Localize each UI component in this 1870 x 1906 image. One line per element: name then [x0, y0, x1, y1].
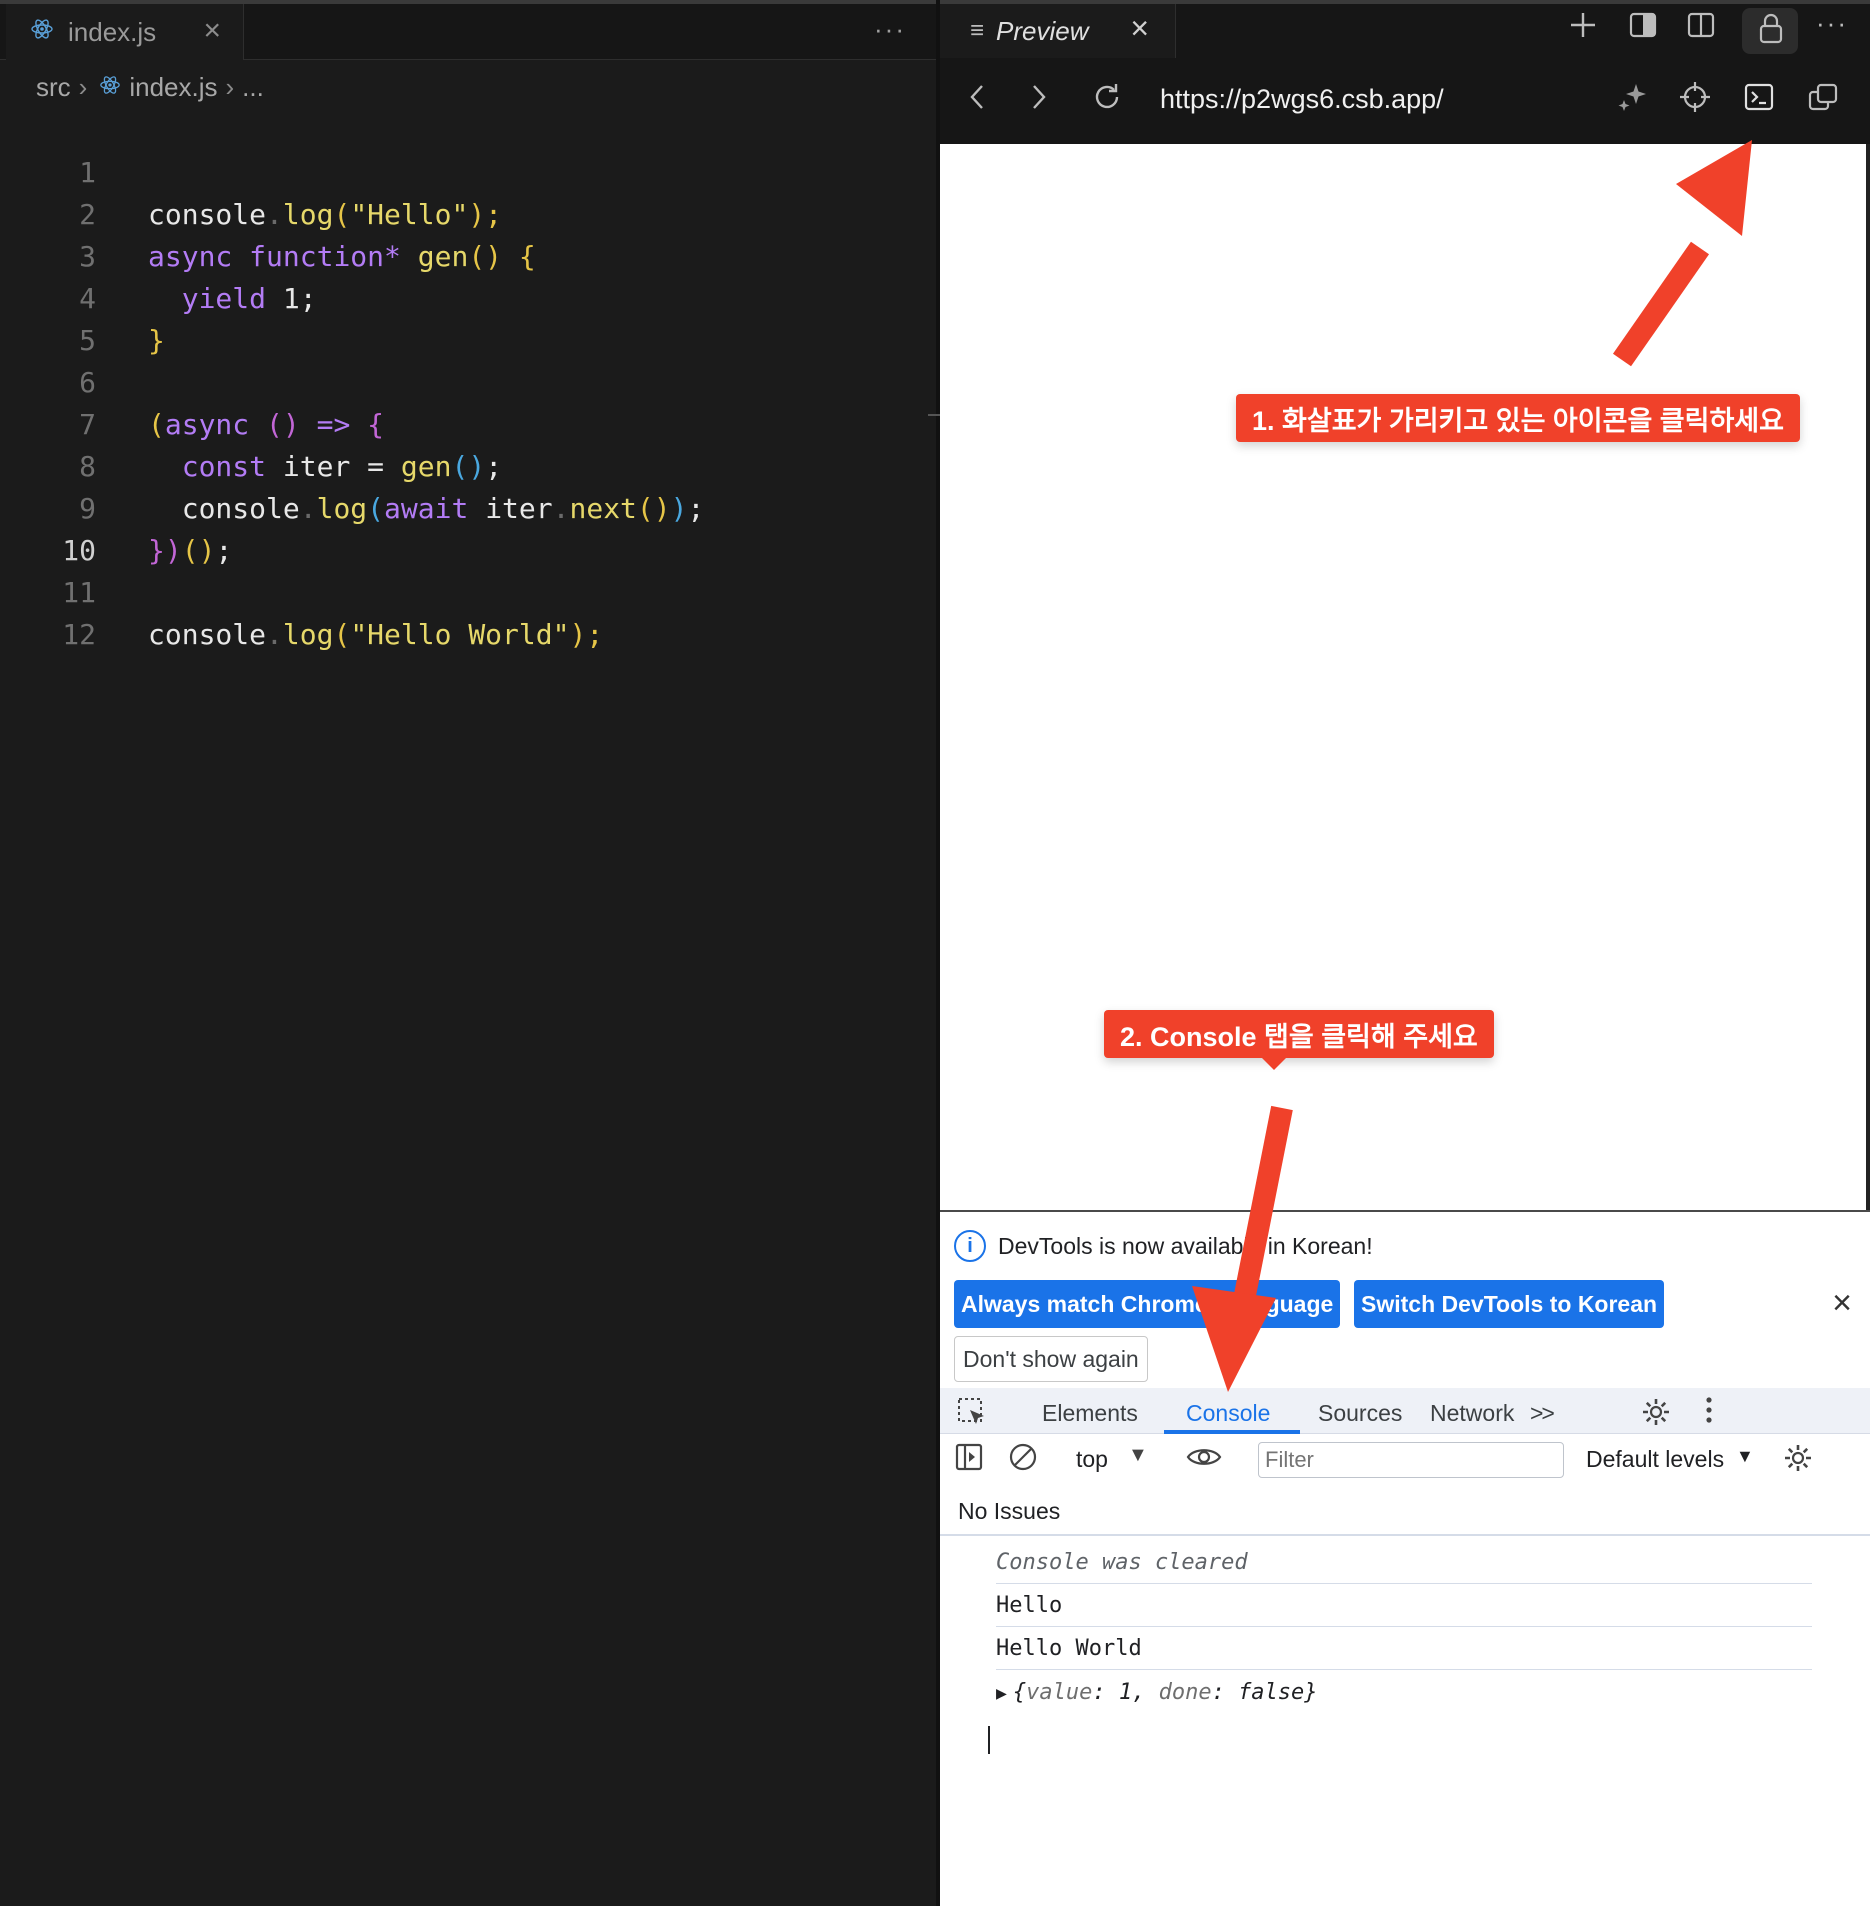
code-area[interactable]: 1 console.log("Hello"); 2 async function…: [0, 110, 936, 651]
console-message: Hello World: [996, 1628, 1812, 1670]
splitter-handle[interactable]: [928, 414, 940, 416]
code-line: 9 })();: [0, 446, 936, 567]
annotation-callout-2: 2. Console 탭을 클릭해 주세요: [1104, 1010, 1494, 1058]
switch-to-korean-button[interactable]: Switch DevTools to Korean: [1354, 1280, 1665, 1328]
more-icon[interactable]: ···: [1816, 8, 1848, 39]
info-icon: i: [954, 1230, 986, 1262]
code-line: 3 yield 1;: [0, 194, 936, 315]
preview-tab-label: Preview: [996, 15, 1089, 46]
line-number: 12: [62, 618, 96, 651]
forward-icon[interactable]: [1028, 80, 1050, 123]
more-tabs-icon[interactable]: >>: [1530, 1400, 1555, 1427]
kebab-menu-icon[interactable]: [1704, 1394, 1714, 1426]
sidebar-toggle-icon[interactable]: [954, 1442, 984, 1479]
eye-icon[interactable]: [1186, 1442, 1222, 1479]
preview-nav-bar: https://p2wgs6.csb.app/: [940, 58, 1870, 144]
crosshair-icon[interactable]: [1678, 80, 1712, 123]
console-prompt-caret[interactable]: [988, 1726, 990, 1754]
console-message: Console was cleared: [996, 1542, 1812, 1584]
inspect-element-icon[interactable]: [956, 1396, 988, 1435]
lock-button[interactable]: [1742, 8, 1798, 54]
split-icon[interactable]: [1686, 10, 1716, 48]
code-line: 7 const iter = gen();: [0, 362, 936, 483]
divider: [940, 1534, 1870, 1536]
breadcrumb-folder[interactable]: src: [36, 72, 71, 103]
tab-console[interactable]: Console: [1186, 1400, 1270, 1427]
code-line: 4 }: [0, 236, 936, 357]
code-text: console.log("Hello World");: [148, 618, 604, 651]
chevron-right-icon: ›: [78, 71, 88, 102]
always-match-language-button[interactable]: Always match Chrome's language: [954, 1280, 1341, 1328]
editor-tab-label: index.js: [68, 16, 157, 47]
code-line: 1 console.log("Hello");: [0, 110, 936, 231]
tab-network[interactable]: Network: [1430, 1400, 1514, 1427]
chevron-right-icon: ›: [225, 71, 235, 102]
language-infobar: i DevTools is now available in Korean!: [954, 1230, 1373, 1262]
editor-tab-bar: index.js × ···: [0, 4, 936, 60]
popout-icon[interactable]: [1806, 80, 1840, 123]
editor-tab-index-js[interactable]: index.js ×: [6, 4, 244, 60]
plus-icon[interactable]: [1568, 10, 1598, 48]
console-object-preview[interactable]: ▶ {value: 1, done: false}: [996, 1680, 1318, 1705]
console-toolbar: top ▼ Default levels ▼: [940, 1434, 1870, 1482]
react-icon: [30, 17, 54, 48]
code-editor: index.js × ··· src › index.js › ... 1 co…: [0, 0, 936, 1906]
code-line: 11 console.log("Hello World");: [0, 530, 936, 651]
breadcrumb-file[interactable]: index.js: [129, 72, 217, 103]
annotation-callout-1: 1. 화살표가 가리키고 있는 아이콘을 클릭하세요: [1236, 394, 1800, 442]
log-levels-dropdown[interactable]: Default levels: [1586, 1446, 1724, 1473]
settings-icon[interactable]: [1640, 1396, 1672, 1435]
lock-icon: [1756, 12, 1786, 51]
code-line: 5: [0, 278, 936, 357]
clear-console-icon[interactable]: [1008, 1442, 1038, 1479]
preview-tab[interactable]: ≡ Preview ×: [940, 4, 1176, 58]
close-icon[interactable]: ×: [1130, 10, 1149, 47]
expand-triangle-icon[interactable]: ▶: [996, 1683, 1007, 1704]
more-icon[interactable]: ···: [874, 14, 906, 45]
code-line: 6 (async () => {: [0, 320, 936, 441]
preview-pane: ≡ Preview × ··· https://p2wgs6.csb.app/ …: [940, 0, 1870, 1906]
code-line: 12: [0, 572, 936, 651]
filter-input[interactable]: [1258, 1442, 1564, 1478]
react-icon: [99, 72, 121, 103]
tab-elements[interactable]: Elements: [1042, 1400, 1138, 1427]
close-icon[interactable]: ×: [1832, 1284, 1852, 1323]
callout-tail: [1262, 1058, 1286, 1070]
dont-show-again-button[interactable]: Don't show again: [954, 1336, 1148, 1382]
tab-sources[interactable]: Sources: [1318, 1400, 1402, 1427]
dropdown-arrow-icon[interactable]: ▼: [1128, 1444, 1148, 1467]
breadcrumb: src › index.js › ...: [36, 70, 264, 104]
preview-tab-bar: ≡ Preview × ···: [940, 0, 1870, 58]
reload-icon[interactable]: [1090, 80, 1124, 123]
terminal-icon[interactable]: [1742, 80, 1776, 123]
back-icon[interactable]: [966, 80, 988, 123]
context-selector[interactable]: top: [1076, 1446, 1108, 1473]
console-settings-icon[interactable]: [1782, 1442, 1814, 1481]
devtools-panel: i DevTools is now available in Korean! A…: [940, 1210, 1870, 1906]
url-field[interactable]: https://p2wgs6.csb.app/: [1160, 84, 1444, 115]
code-line: 2 async function* gen() {: [0, 152, 936, 273]
sidebar-icon[interactable]: [1628, 10, 1658, 48]
sparkle-icon[interactable]: [1616, 80, 1650, 123]
issues-counter[interactable]: No Issues: [958, 1498, 1060, 1525]
breadcrumb-ellipsis[interactable]: ...: [242, 72, 264, 103]
devtools-tab-bar: Elements Console Sources Network >>: [940, 1388, 1870, 1434]
dropdown-arrow-icon[interactable]: ▼: [1736, 1446, 1754, 1467]
infobar-text: DevTools is now available in Korean!: [998, 1232, 1373, 1259]
code-line: 8 console.log(await iter.next());: [0, 404, 936, 525]
close-icon[interactable]: ×: [203, 14, 221, 48]
code-line: 10: [0, 488, 936, 567]
list-icon: ≡: [970, 17, 985, 44]
console-message: Hello: [996, 1585, 1812, 1627]
